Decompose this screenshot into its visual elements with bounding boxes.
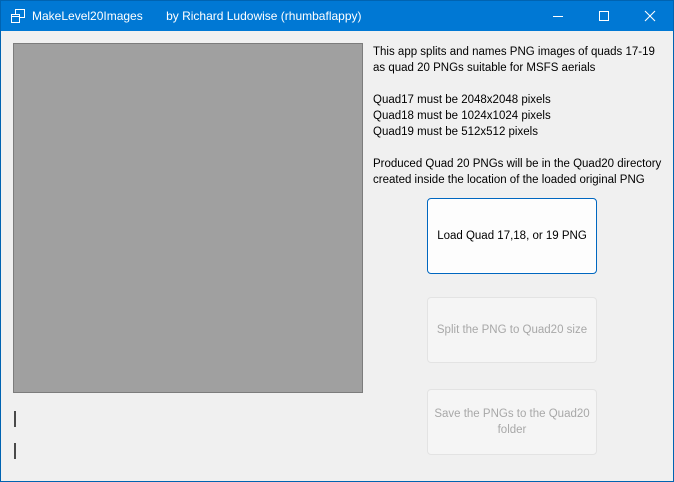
intro-line-2: as quad 20 PNGs suitable for MSFS aerial… <box>373 62 596 74</box>
save-pngs-button[interactable]: Save the PNGs to the Quad20 folder <box>427 389 597 455</box>
image-preview-box <box>13 43 363 393</box>
output-line-2: created inside the location of the loade… <box>373 174 645 186</box>
split-png-button[interactable]: Split the PNG to Quad20 size <box>427 297 597 363</box>
minimize-button[interactable] <box>535 1 581 31</box>
intro-line-1: This app splits and names PNG images of … <box>373 46 655 58</box>
close-button[interactable] <box>627 1 673 31</box>
requirement-quad19: Quad19 must be 512x512 pixels <box>373 126 538 138</box>
maximize-button[interactable] <box>581 1 627 31</box>
instructions-text: This app splits and names PNG images of … <box>373 44 673 188</box>
window-title: MakeLevel20Images by Richard Ludowise (r… <box>32 9 362 23</box>
title-bar[interactable]: MakeLevel20Images by Richard Ludowise (r… <box>1 1 673 31</box>
output-line-1: Produced Quad 20 PNGs will be in the Qua… <box>373 158 662 170</box>
app-window: MakeLevel20Images by Richard Ludowise (r… <box>0 0 674 482</box>
app-window-icon <box>11 9 25 23</box>
status-label-1 <box>14 411 16 427</box>
load-png-button[interactable]: Load Quad 17,18, or 19 PNG <box>427 198 597 274</box>
requirement-quad17: Quad17 must be 2048x2048 pixels <box>373 94 551 106</box>
close-icon <box>644 10 656 22</box>
status-label-2 <box>14 443 16 459</box>
minimize-icon <box>553 16 563 17</box>
maximize-icon <box>599 11 609 21</box>
requirement-quad18: Quad18 must be 1024x1024 pixels <box>373 110 551 122</box>
